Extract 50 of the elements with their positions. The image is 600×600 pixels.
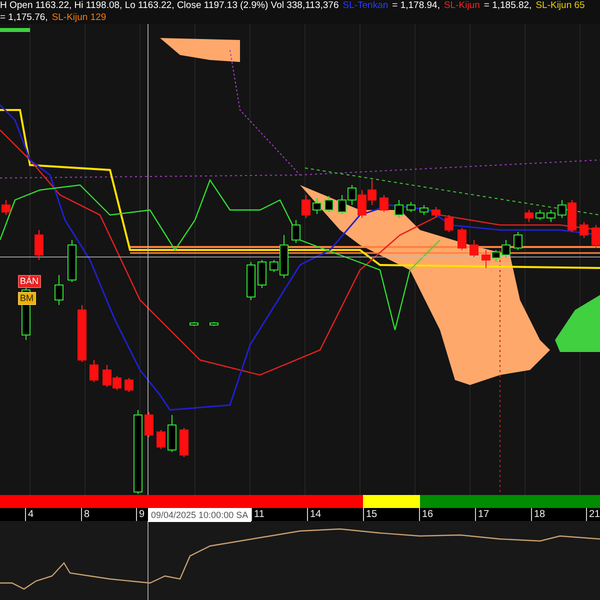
indicator-value: = 1,185.82, bbox=[484, 0, 532, 12]
indicator-name: SL-Kijun 65 bbox=[536, 0, 585, 12]
candlestick bbox=[348, 184, 356, 206]
candlestick bbox=[536, 210, 544, 220]
indicator-value: = 1,175.76, bbox=[0, 12, 48, 24]
candlestick bbox=[68, 240, 76, 282]
candlestick bbox=[124, 378, 134, 392]
candlestick bbox=[432, 206, 440, 218]
candlestick bbox=[78, 304, 86, 362]
cloud-area bbox=[555, 295, 600, 352]
indicator-name: SL-Kijun 129 bbox=[52, 12, 106, 24]
candlestick bbox=[292, 220, 300, 244]
candlestick bbox=[420, 204, 428, 216]
candlestick bbox=[258, 260, 266, 288]
indicator-value: = 1,178.94, bbox=[392, 0, 440, 12]
candlestick bbox=[514, 232, 522, 250]
candlestick bbox=[180, 428, 188, 458]
candlestick bbox=[380, 194, 388, 212]
indicator-name: SL-Tenkan bbox=[342, 0, 388, 12]
candlestick bbox=[34, 230, 44, 260]
sell-signal-label: BÁN bbox=[18, 275, 41, 288]
candlestick bbox=[246, 262, 256, 300]
candlestick bbox=[444, 214, 454, 232]
buy-signal-label: BM bbox=[18, 292, 36, 305]
candlestick bbox=[302, 194, 310, 218]
ohlc-readout: H Open 1163.22, Hi 1198.08, Lo 1163.22, Close 1197.13 (2.9%) Vol 338,113,376 bbox=[0, 0, 339, 12]
candlestick bbox=[524, 210, 534, 222]
candlestick bbox=[324, 196, 334, 212]
candlestick bbox=[470, 240, 478, 258]
crosshair-date-tooltip: 09/04/2025 10:00:00 SA bbox=[148, 508, 252, 522]
candlestick bbox=[54, 274, 64, 306]
candlestick bbox=[312, 198, 322, 214]
candlestick bbox=[168, 414, 176, 452]
candlestick bbox=[394, 200, 404, 218]
candlestick bbox=[458, 228, 466, 250]
candlestick bbox=[210, 322, 218, 326]
candlestick bbox=[406, 202, 416, 212]
indicator-name: SL-Kijun bbox=[444, 0, 480, 12]
candlestick bbox=[190, 322, 198, 326]
candlestick bbox=[592, 224, 600, 248]
candlestick bbox=[338, 194, 346, 214]
candlestick bbox=[358, 190, 366, 218]
candlestick bbox=[144, 412, 154, 438]
candlestick bbox=[368, 180, 376, 206]
indicator-line bbox=[0, 28, 30, 32]
candlestick bbox=[580, 222, 588, 238]
candlestick bbox=[156, 430, 166, 450]
candlestick bbox=[2, 200, 10, 216]
candlestick bbox=[546, 210, 556, 222]
candlestick bbox=[90, 360, 98, 382]
